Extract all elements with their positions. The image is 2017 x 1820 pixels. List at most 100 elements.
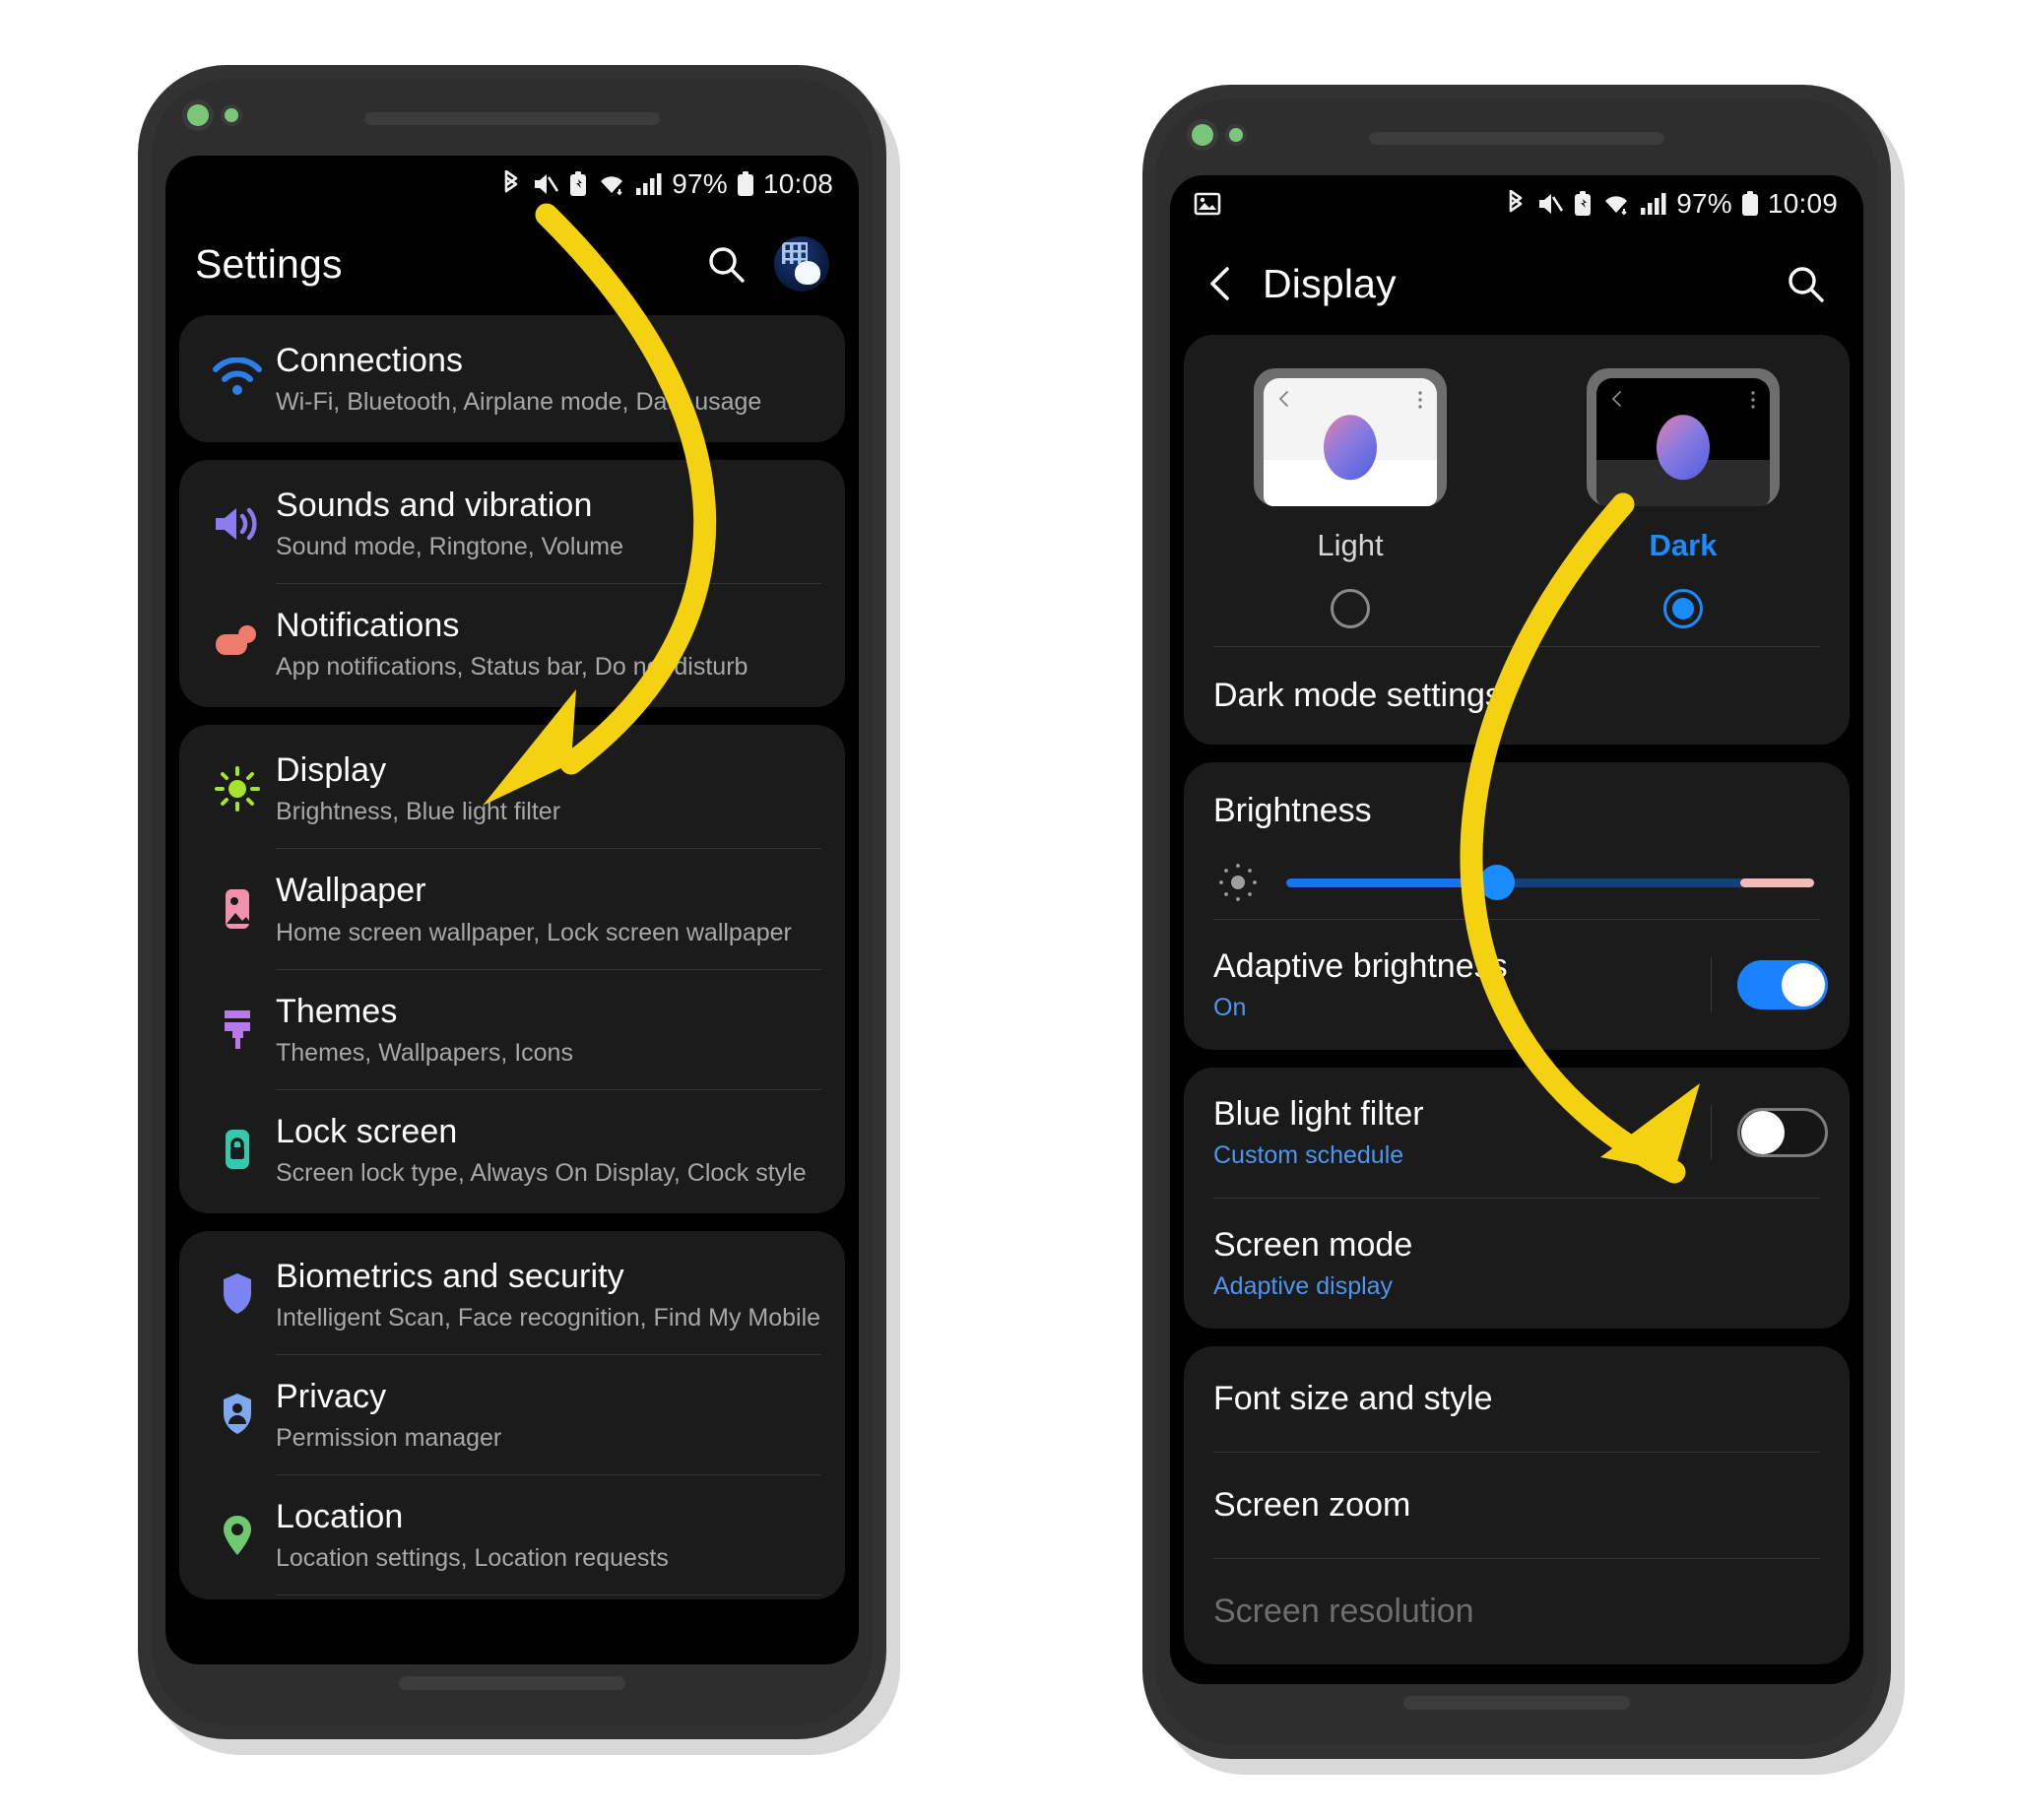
screen-mode-row[interactable]: Screen mode Adaptive display (1184, 1199, 1850, 1329)
battery-saver-icon (1573, 190, 1593, 218)
radio-dark[interactable] (1663, 589, 1703, 628)
phone-right-bottom-bezel (1156, 1684, 1877, 1745)
preview-overflow-icon (1750, 390, 1756, 415)
screen-resolution-row[interactable]: Screen resolution (1184, 1559, 1850, 1664)
settings-row-notifications[interactable]: Notifications App notifications, Status … (179, 584, 845, 703)
settings-row-subtitle: Location settings, Location requests (276, 1544, 669, 1573)
search-icon[interactable] (1777, 255, 1834, 312)
wifi-icon (597, 171, 626, 197)
settings-row-location[interactable]: Location Location settings, Location req… (179, 1475, 845, 1594)
signal-icon (635, 171, 663, 197)
back-chevron-icon[interactable] (1200, 262, 1243, 305)
settings-row-display[interactable]: Display Brightness, Blue light filter (179, 729, 845, 848)
display-options-card: Font size and style Screen zoom Screen r… (1184, 1346, 1850, 1664)
avatar[interactable] (774, 236, 829, 292)
settings-group: Biometrics and security Intelligent Scan… (179, 1230, 845, 1600)
toggle-separator (1711, 1105, 1712, 1160)
settings-row-subtitle: Sound mode, Ringtone, Volume (276, 533, 624, 561)
blue-light-card: Blue light filter Custom schedule Screen… (1184, 1068, 1850, 1329)
search-icon[interactable] (697, 235, 754, 292)
brightness-card: Brightness Adaptive brightness On (1184, 762, 1850, 1050)
signal-icon (1640, 191, 1667, 217)
mute-icon (532, 171, 559, 197)
settings-row-subtitle: App notifications, Status bar, Do not di… (276, 653, 748, 682)
theme-options: Light Dark (1184, 368, 1850, 628)
location-pin-icon (199, 1511, 276, 1560)
brightness-slider[interactable] (1286, 863, 1814, 902)
lock-icon (199, 1125, 276, 1174)
settings-row-subtitle: Intelligent Scan, Face recognition, Find… (276, 1303, 821, 1332)
phone-right-display: 97% 10:09 Display Light Dark Dark mode s… (1142, 85, 1891, 1759)
settings-row-sounds-and-vibration[interactable]: Sounds and vibration Sound mode, Rington… (179, 464, 845, 583)
mute-icon (1536, 191, 1564, 217)
dark-mode-settings-row[interactable]: Dark mode settings (1184, 647, 1850, 745)
settings-list: Connections Wi-Fi, Bluetooth, Airplane m… (165, 315, 859, 1600)
settings-group: Sounds and vibration Sound mode, Rington… (179, 460, 845, 708)
brightness-title: Brightness (1213, 792, 1372, 829)
app-bar-display: Display (1170, 232, 1863, 335)
settings-row-subtitle: Themes, Wallpapers, Icons (276, 1038, 573, 1067)
front-camera-cluster (1192, 124, 1243, 146)
bluetooth-icon (1504, 190, 1528, 218)
wallpaper-image-icon (199, 884, 276, 934)
battery-percent-label: 97% (672, 168, 728, 199)
settings-row-themes[interactable]: Themes Themes, Wallpapers, Icons (179, 970, 845, 1089)
toggle-separator (1711, 957, 1712, 1012)
settings-row-privacy[interactable]: Privacy Permission manager (179, 1355, 845, 1474)
bottom-speaker (1403, 1696, 1630, 1710)
bottom-speaker (399, 1676, 625, 1690)
settings-row-title: Privacy (276, 1377, 387, 1415)
theme-option-dark[interactable]: Dark (1570, 368, 1796, 628)
adaptive-brightness-title: Adaptive brightness (1213, 947, 1508, 985)
screen-zoom-row[interactable]: Screen zoom (1184, 1453, 1850, 1558)
theme-option-light[interactable]: Light (1237, 368, 1464, 628)
settings-group: Connections Wi-Fi, Bluetooth, Airplane m… (179, 315, 845, 443)
light-theme-preview (1254, 368, 1447, 506)
phone-right-body: 97% 10:09 Display Light Dark Dark mode s… (1156, 98, 1877, 1745)
image-icon (1194, 191, 1221, 217)
wifi-icon (1601, 191, 1631, 217)
screen-mode-value: Adaptive display (1213, 1272, 1394, 1300)
phone-left-top-bezel (152, 79, 873, 156)
settings-row-wallpaper[interactable]: Wallpaper Home screen wallpaper, Lock sc… (179, 849, 845, 968)
font-size-and-style-row[interactable]: Font size and style (1184, 1346, 1850, 1452)
settings-row-title: Sounds and vibration (276, 487, 593, 525)
phone-left-settings: 97% 10:08 Settings Connections Wi-Fi, Bl… (138, 65, 886, 1739)
phone-left-screen: 97% 10:08 Settings Connections Wi-Fi, Bl… (165, 156, 859, 1664)
phone-right-top-bezel (1156, 98, 1877, 175)
blue-light-filter-row[interactable]: Blue light filter Custom schedule (1184, 1068, 1850, 1198)
clock-label: 10:09 (1767, 188, 1838, 219)
adaptive-brightness-toggle[interactable] (1737, 960, 1828, 1009)
screenshot-stage: 97% 10:08 Settings Connections Wi-Fi, Bl… (0, 0, 2017, 1820)
preview-back-chevron-icon (1277, 390, 1291, 413)
adaptive-brightness-row[interactable]: Adaptive brightness On (1184, 920, 1850, 1050)
settings-row-title: Themes (276, 992, 398, 1030)
settings-row-connections[interactable]: Connections Wi-Fi, Bluetooth, Airplane m… (179, 319, 845, 438)
settings-row-subtitle: Brightness, Blue light filter (276, 798, 561, 826)
sensor-icon (225, 108, 238, 122)
blue-light-filter-toggle[interactable] (1737, 1108, 1828, 1157)
adaptive-brightness-state: On (1213, 994, 1247, 1021)
slider-warm-zone (1739, 878, 1814, 887)
bluetooth-icon (499, 170, 523, 198)
settings-row-lock-screen[interactable]: Lock screen Screen lock type, Always On … (179, 1090, 845, 1209)
slider-fill (1286, 878, 1498, 887)
dark-theme-preview (1587, 368, 1780, 506)
blue-light-filter-schedule: Custom schedule (1213, 1141, 1404, 1169)
status-bar-left: 97% 10:08 (165, 156, 859, 213)
settings-row-subtitle: Wi-Fi, Bluetooth, Airplane mode, Data us… (276, 388, 762, 417)
camera-lens-icon (187, 104, 209, 126)
notification-bubble-icon (199, 622, 276, 666)
page-title: Settings (195, 240, 343, 287)
settings-row-title: Biometrics and security (276, 1257, 624, 1295)
settings-row-biometrics-and-security[interactable]: Biometrics and security Intelligent Scan… (179, 1235, 845, 1354)
theme-picker-card: Light Dark Dark mode settings (1184, 335, 1850, 745)
settings-row-title: Location (276, 1497, 404, 1535)
phone-right-screen: 97% 10:09 Display Light Dark Dark mode s… (1170, 175, 1863, 1684)
theme-label-light: Light (1317, 528, 1384, 562)
brightness-sun-icon (199, 764, 276, 813)
slider-thumb[interactable] (1479, 865, 1516, 900)
status-bar-left-icons (1194, 191, 1504, 217)
settings-row-title: Notifications (276, 607, 460, 645)
radio-light[interactable] (1331, 589, 1370, 628)
